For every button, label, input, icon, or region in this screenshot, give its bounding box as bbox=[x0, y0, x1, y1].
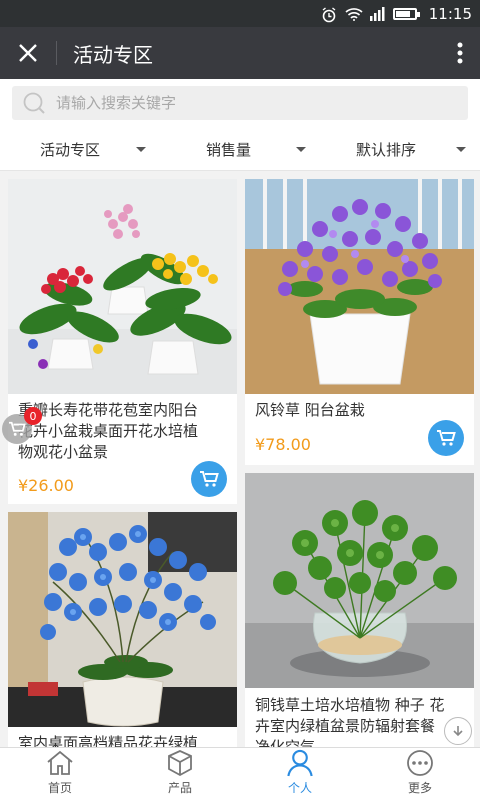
product-card[interactable]: 重瓣长寿花带花苞室内阳台 花卉小盆栽桌面开花水培植 物观花小盆景 ¥26.00 bbox=[8, 179, 237, 504]
filter-category-label: 活动专区 bbox=[40, 140, 101, 159]
filter-category[interactable]: 活动专区 bbox=[0, 127, 160, 171]
status-time: 11:15 bbox=[428, 4, 472, 23]
filter-sales-label: 销售量 bbox=[206, 140, 252, 159]
product-name-line: 物观花小盆景 bbox=[18, 443, 109, 461]
product-card[interactable]: 铜钱草土培水培植物 种子 花 卉室内绿植盆景防辐射套餐 净化空气 bbox=[245, 473, 474, 747]
product-name: 重瓣长寿花带花苞室内阳台 花卉小盆栽桌面开花水培植 物观花小盆景 bbox=[18, 400, 229, 463]
bottom-tab-bar: 首页 产品 个人 更多 bbox=[0, 747, 480, 800]
product-name-line: 重瓣长寿花带花苞室内阳台 bbox=[18, 401, 199, 419]
product-name: 室内桌面高档精品花卉绿植 bbox=[18, 733, 229, 747]
filter-sort[interactable]: 默认排序 bbox=[320, 127, 480, 171]
product-name-line: 花卉小盆栽桌面开花水培植 bbox=[18, 422, 199, 440]
tab-profile-label: 个人 bbox=[287, 781, 312, 795]
product-name: 铜钱草土培水培植物 种子 花 卉室内绿植盆景防辐射套餐 净化空气 bbox=[255, 695, 466, 747]
caret-down-icon bbox=[136, 146, 146, 152]
product-price: ¥26.00 bbox=[18, 476, 74, 495]
product-image-pennywort[interactable] bbox=[245, 473, 474, 688]
tab-more[interactable]: 更多 bbox=[360, 748, 480, 800]
home-icon bbox=[47, 750, 73, 775]
scroll-down-button[interactable] bbox=[444, 717, 472, 745]
caret-down-icon bbox=[456, 146, 466, 152]
status-bar: 11:15 bbox=[0, 0, 480, 27]
filter-sales[interactable]: 销售量 bbox=[160, 127, 320, 171]
filter-bar: 活动专区 销售量 默认排序 bbox=[0, 127, 480, 171]
add-to-cart-button[interactable] bbox=[191, 461, 227, 497]
product-name: 风铃草 阳台盆栽 bbox=[255, 400, 466, 421]
product-price: ¥78.00 bbox=[255, 435, 311, 454]
product-name-line: 风铃草 阳台盆栽 bbox=[255, 401, 365, 419]
alarm-icon bbox=[321, 6, 337, 22]
battery-icon bbox=[392, 7, 420, 20]
search-icon bbox=[23, 92, 45, 114]
product-image-orchid[interactable] bbox=[8, 512, 237, 727]
search-box[interactable] bbox=[12, 86, 468, 120]
tab-home-label: 首页 bbox=[47, 781, 72, 795]
more-menu-button[interactable] bbox=[440, 27, 480, 79]
product-image-bellflower[interactable] bbox=[245, 179, 474, 394]
tab-more-label: 更多 bbox=[407, 781, 432, 795]
cart-icon bbox=[437, 430, 456, 446]
product-grid: 重瓣长寿花带花苞室内阳台 花卉小盆栽桌面开花水培植 物观花小盆景 ¥26.00 bbox=[0, 171, 480, 747]
tab-products-label: 产品 bbox=[167, 781, 192, 795]
more-horizontal-icon bbox=[407, 750, 433, 776]
product-name-line: 室内桌面高档精品花卉绿植 bbox=[18, 734, 199, 747]
filter-sort-label: 默认排序 bbox=[356, 140, 417, 159]
search-bar bbox=[0, 79, 480, 127]
signal-icon bbox=[369, 6, 385, 21]
box-icon bbox=[168, 750, 192, 777]
title-bar: 活动专区 bbox=[0, 27, 480, 79]
wifi-icon bbox=[345, 7, 363, 21]
caret-down-icon bbox=[296, 146, 306, 152]
tab-products[interactable]: 产品 bbox=[120, 748, 240, 800]
page-title: 活动专区 bbox=[73, 42, 153, 67]
product-card[interactable]: 风铃草 阳台盆栽 ¥78.00 bbox=[245, 179, 474, 465]
cart-count-badge: 0 bbox=[24, 407, 42, 425]
arrow-down-icon bbox=[453, 726, 463, 737]
user-icon bbox=[287, 749, 313, 777]
product-name-line: 卉室内绿植盆景防辐射套餐 bbox=[255, 717, 436, 735]
product-name-line: 铜钱草土培水培植物 种子 花 bbox=[255, 696, 445, 714]
tab-home[interactable]: 首页 bbox=[0, 748, 120, 800]
add-to-cart-button[interactable] bbox=[428, 420, 464, 456]
search-input[interactable] bbox=[56, 94, 436, 112]
more-vertical-icon bbox=[457, 42, 463, 64]
product-name-line: 净化空气 bbox=[255, 738, 316, 747]
cart-icon bbox=[9, 421, 26, 436]
cart-icon bbox=[200, 471, 219, 487]
close-button[interactable] bbox=[0, 27, 56, 79]
close-icon bbox=[19, 44, 37, 62]
product-card[interactable]: 室内桌面高档精品花卉绿植 bbox=[8, 512, 237, 747]
product-image-kalanchoe[interactable] bbox=[8, 179, 237, 394]
tab-profile[interactable]: 个人 bbox=[240, 748, 360, 800]
